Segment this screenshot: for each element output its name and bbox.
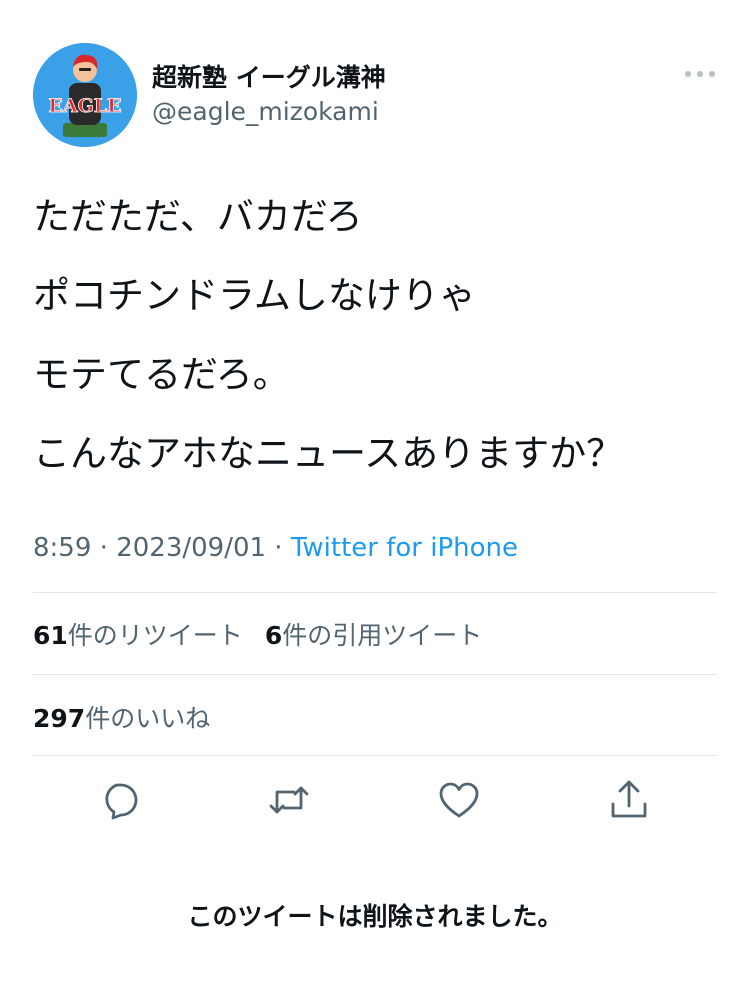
likes-label: 件のいいね: [85, 704, 211, 733]
retweets-label: 件のリツイート: [67, 621, 243, 650]
like-icon: [439, 782, 479, 818]
reply-button[interactable]: [97, 778, 141, 822]
reply-icon: [105, 783, 138, 820]
retweets-count: 61: [33, 621, 68, 650]
avatar[interactable]: EAGLE: [33, 43, 137, 147]
deleted-notice: このツイートは削除されました。: [187, 902, 563, 931]
tweet-source-link[interactable]: Twitter for iPhone: [291, 533, 518, 563]
quotes-label: 件の引用ツイート: [282, 621, 483, 650]
tweet-line: ポコチンドラムしなけりゃ: [33, 274, 476, 317]
handle[interactable]: @eagle_mizokami: [152, 97, 379, 126]
avatar-image: EAGLE: [33, 43, 137, 147]
tweet-line: モテてるだろ。: [33, 353, 290, 396]
retweet-button[interactable]: [267, 778, 311, 822]
tweet-line: こんなアホなニュースありますか？: [33, 432, 624, 475]
like-button[interactable]: [437, 778, 481, 822]
display-name[interactable]: 超新塾 イーグル溝神: [152, 58, 386, 94]
engagement-stats-row: 61件のリツイート 6件の引用ツイート: [33, 616, 482, 652]
share-icon: [611, 780, 647, 818]
tweet-meta: 8:59 · 2023/09/01 · Twitter for iPhone: [33, 533, 519, 563]
tweet-line: ただただ、バカだろ: [33, 195, 363, 238]
divider: [33, 755, 717, 756]
retweets-stat[interactable]: 61件のリツイート: [33, 621, 243, 650]
quotes-count: 6: [264, 621, 283, 650]
tweet-date[interactable]: 2023/09/01: [116, 533, 266, 563]
tweet-detail: EAGLE 超新塾 イーグル溝神 @eagle_mizokami ただただ、バカ…: [0, 0, 750, 997]
divider: [33, 674, 717, 675]
tweet-text: ただただ、バカだろ ポコチンドラムしなけりゃ モテてるだろ。 こんなアホなニュー…: [33, 188, 723, 504]
avatar-logo-text: EAGLE: [48, 95, 121, 117]
retweet-icon: [269, 786, 309, 814]
likes-count: 297: [33, 704, 86, 733]
divider: [33, 592, 717, 593]
share-button[interactable]: [607, 778, 651, 822]
more-options-icon[interactable]: [682, 64, 718, 84]
quotes-stat[interactable]: 6件の引用ツイート: [265, 621, 482, 650]
likes-stats-row[interactable]: 297件のいいね: [33, 699, 210, 735]
tweet-time[interactable]: 8:59: [33, 533, 91, 563]
